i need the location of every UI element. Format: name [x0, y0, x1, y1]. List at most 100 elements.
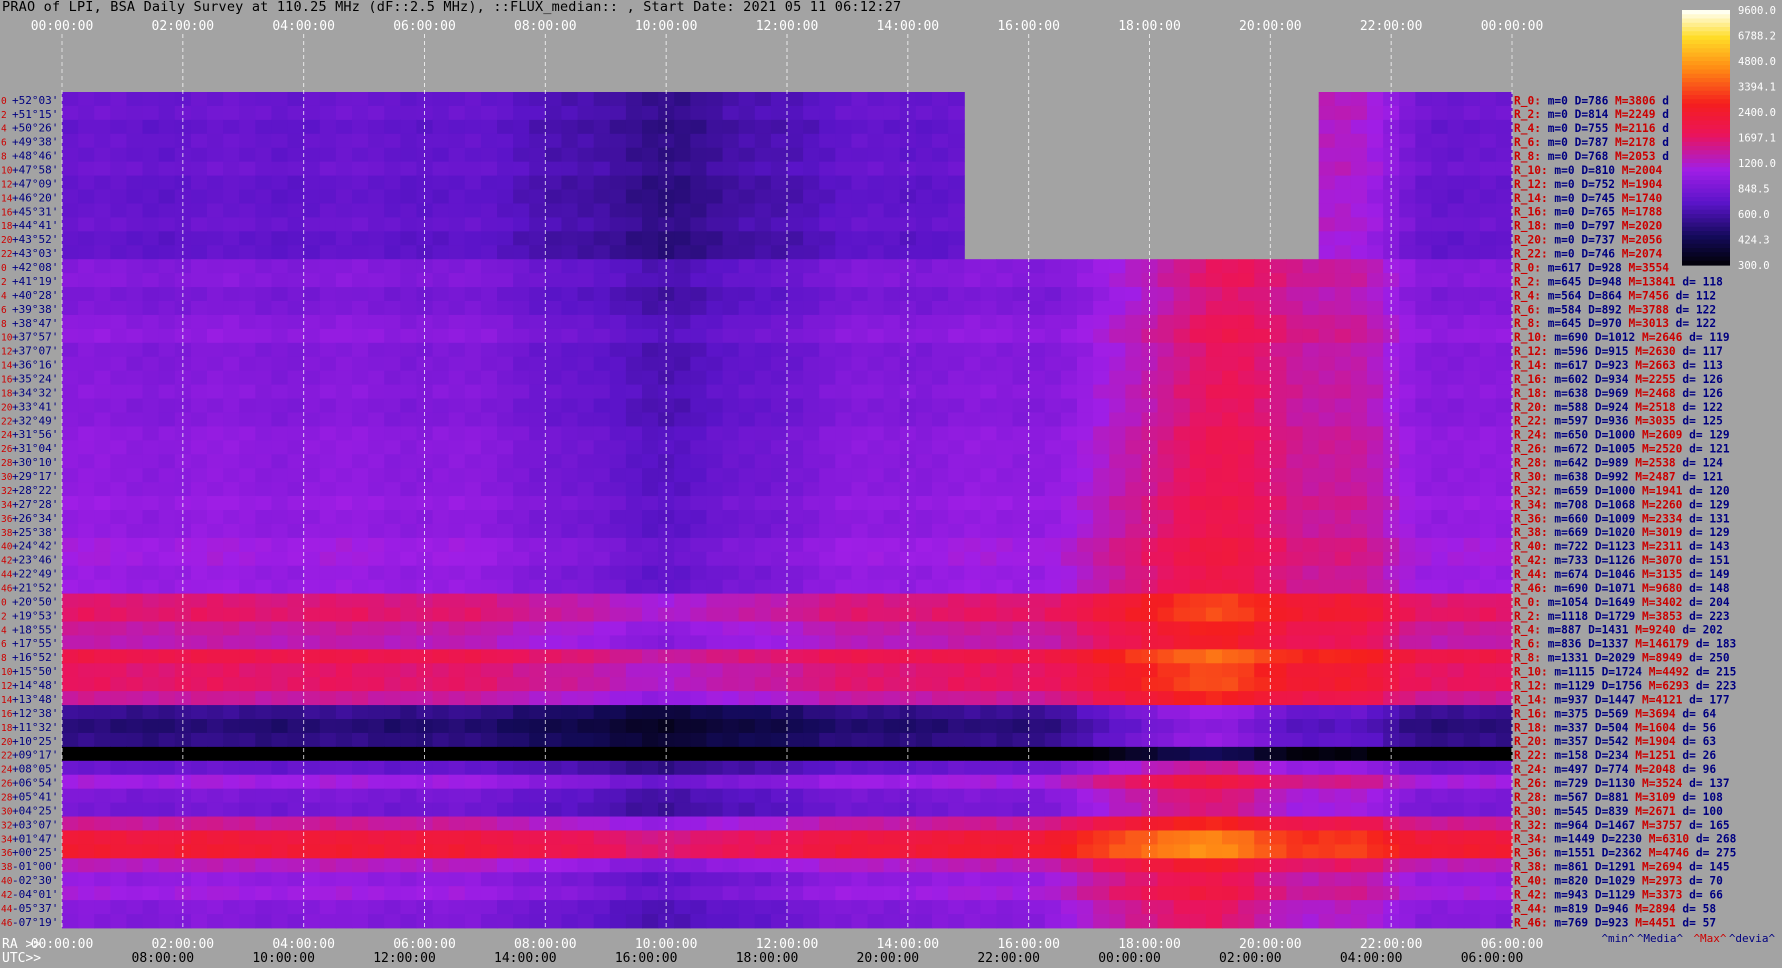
heatmap-cell	[368, 426, 385, 441]
heatmap-cell	[1222, 426, 1239, 441]
heatmap-cell	[1254, 802, 1271, 817]
heatmap-cell	[577, 301, 595, 316]
heatmap-cell	[352, 231, 369, 246]
heatmap-cell	[271, 732, 289, 748]
heatmap-cell	[948, 732, 965, 748]
heatmap-cell	[1431, 510, 1449, 525]
heatmap-cell	[303, 900, 321, 915]
heatmap-cell	[1318, 677, 1336, 692]
heatmap-cell	[352, 356, 369, 372]
heatmap-cell	[1012, 301, 1030, 316]
heatmap-cell	[384, 482, 401, 497]
heatmap-cell	[239, 663, 256, 678]
heatmap-cell	[674, 746, 691, 762]
heatmap-cell	[1012, 356, 1030, 372]
heatmap-cell	[432, 482, 450, 497]
heatmap-cell	[625, 537, 643, 553]
heatmap-cell	[464, 872, 482, 887]
heatmap-cell	[384, 565, 401, 581]
heatmap-cell	[1222, 314, 1239, 330]
heatmap-cell	[335, 607, 353, 622]
heatmap-cell	[513, 133, 530, 149]
heatmap-cell	[110, 147, 128, 163]
heatmap-cell	[384, 677, 401, 692]
heatmap-cell	[770, 523, 788, 539]
heatmap-cell	[593, 370, 611, 385]
heatmap-cell	[625, 565, 643, 581]
heatmap-cell	[1205, 691, 1223, 706]
heatmap-cell	[577, 273, 595, 288]
heatmap-cell	[239, 175, 256, 190]
heatmap-cell	[1447, 231, 1465, 246]
heatmap-cell	[1318, 705, 1336, 720]
heatmap-cell	[1044, 732, 1062, 748]
heatmap-cell	[722, 314, 740, 330]
heatmap-cell	[1479, 830, 1497, 845]
heatmap-cell	[400, 454, 418, 469]
heatmap-cell	[126, 900, 144, 915]
heatmap-cell	[1028, 732, 1046, 748]
heatmap-cell	[497, 356, 514, 372]
heatmap-cell	[529, 175, 546, 190]
heatmap-cell	[287, 732, 305, 748]
heatmap-cell	[1399, 802, 1416, 817]
heatmap-cell	[158, 259, 176, 274]
heatmap-cell	[497, 105, 514, 121]
heatmap-cell	[239, 719, 256, 734]
heatmap-cell	[1350, 328, 1368, 344]
heatmap-cell	[255, 482, 273, 497]
heatmap-cell	[1222, 732, 1239, 748]
heatmap-cell	[609, 147, 627, 163]
heatmap-cell	[561, 231, 579, 246]
heatmap-cell	[625, 147, 643, 163]
heatmap-cell	[561, 677, 579, 692]
heatmap-cell	[948, 760, 965, 776]
heatmap-cell	[1012, 412, 1030, 427]
heatmap-cell	[609, 551, 627, 567]
heatmap-cell	[593, 663, 611, 678]
heatmap-cell	[1286, 719, 1304, 734]
heatmap-cell	[770, 203, 788, 218]
heatmap-cell	[1205, 342, 1223, 358]
heatmap-cell	[1012, 621, 1030, 636]
heatmap-cell	[948, 844, 965, 859]
heatmap-cell	[593, 635, 611, 650]
heatmap-cell	[996, 328, 1014, 344]
heatmap-cell	[335, 496, 353, 511]
heatmap-cell	[625, 105, 643, 121]
heatmap-cell	[497, 900, 514, 915]
heatmap-cell	[303, 245, 321, 260]
heatmap-cell	[1302, 551, 1320, 567]
heatmap-cell	[1077, 760, 1094, 776]
heatmap-cell	[577, 816, 595, 831]
heatmap-cell	[255, 356, 273, 372]
heatmap-cell	[142, 732, 160, 748]
heatmap-cell	[78, 788, 95, 803]
heatmap-cell	[1205, 732, 1223, 748]
heatmap-cell	[851, 760, 869, 776]
heatmap-cell	[480, 175, 498, 190]
heatmap-cell	[1109, 593, 1126, 608]
heatmap-cell	[996, 705, 1014, 720]
heatmap-cell	[980, 858, 998, 873]
heatmap-cell	[1415, 301, 1433, 316]
heatmap-cell	[642, 356, 659, 372]
heatmap-cell	[642, 677, 659, 692]
heatmap-cell	[1431, 231, 1449, 246]
heatmap-cell	[239, 858, 256, 873]
heatmap-cell	[287, 621, 305, 636]
heatmap-cell	[867, 523, 885, 539]
heatmap-cell	[1077, 830, 1094, 845]
heatmap-cell	[255, 579, 273, 594]
heatmap-cell	[754, 217, 772, 232]
heatmap-cell	[1173, 788, 1191, 803]
heatmap-cell	[223, 732, 240, 748]
heatmap-cell	[62, 314, 79, 330]
heatmap-cell	[207, 245, 224, 260]
heatmap-cell	[690, 147, 708, 163]
heatmap-cell	[464, 287, 482, 302]
heatmap-cell	[1044, 301, 1062, 316]
heatmap-cell	[1012, 482, 1030, 497]
heatmap-cell	[996, 760, 1014, 776]
heatmap-cell	[497, 663, 514, 678]
